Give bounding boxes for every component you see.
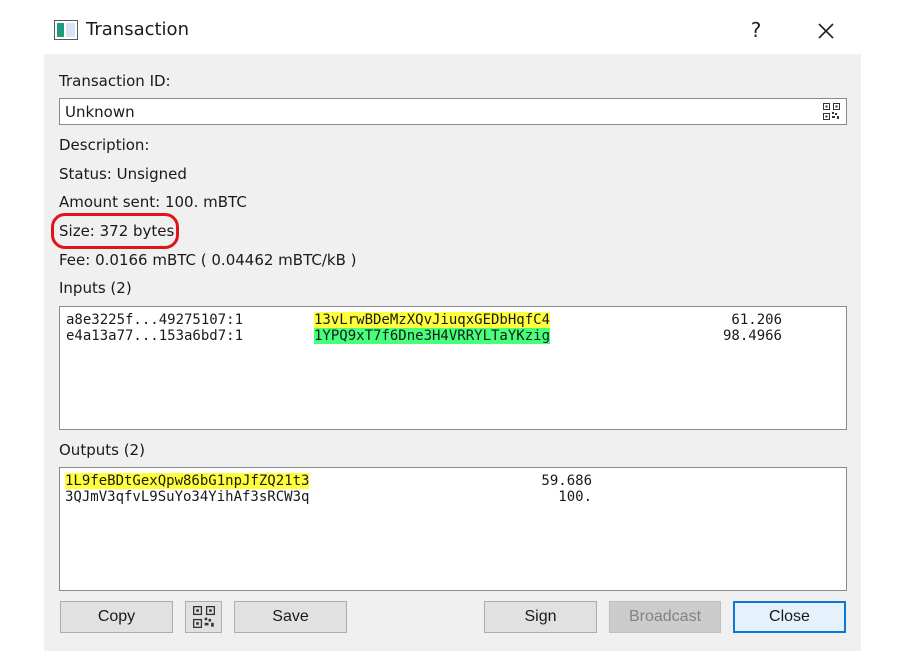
title-bar: Transaction ? [0,0,900,54]
output-amount: 59.686 [541,473,592,489]
transaction-id-label: Transaction ID: [59,72,171,90]
broadcast-button[interactable]: Broadcast [609,601,721,633]
transaction-id-value: Unknown [65,103,135,121]
window-title: Transaction [86,19,189,40]
amount-sent-text: Amount sent: 100. mBTC [59,193,247,211]
input-row[interactable]: e4a13a77...153a6bd7:1 [66,328,243,344]
input-outpoint: e4a13a77...153a6bd7:1 [66,328,244,344]
sign-button[interactable]: Sign [484,601,597,633]
input-address: 13vLrwBDeMzXQvJiuqxGEDbHqfC4 [314,312,551,328]
close-icon[interactable] [812,18,840,44]
outputs-list[interactable]: 1L9feBDtGexQpw86bG1npJfZQ21t3 59.686 3QJ… [59,467,847,591]
transaction-id-field[interactable]: Unknown [59,98,847,125]
qr-code-icon [193,606,215,628]
help-button[interactable]: ? [744,16,768,44]
input-outpoint: a8e3225f...49275107:1 [66,312,244,328]
output-address[interactable]: 3QJmV3qfvL9SuYo34YihAf3sRCW3q [65,489,309,505]
inputs-label: Inputs (2) [59,279,132,297]
status-text: Status: Unsigned [59,165,187,183]
copy-button[interactable]: Copy [60,601,173,633]
size-annotation-ring [51,213,179,249]
input-amount: 61.206 [731,312,782,328]
description-label: Description: [59,136,150,154]
outputs-label: Outputs (2) [59,441,145,459]
qr-code-button[interactable] [185,601,222,633]
close-button[interactable]: Close [733,601,846,633]
input-address: 1YPQ9xT7f6Dne3H4VRRYLTaYKzig [314,328,551,344]
input-amount: 98.4966 [722,328,782,344]
qr-code-icon[interactable] [823,103,840,120]
inputs-list[interactable]: a8e3225f...49275107:1 13vLrwBDeMzXQvJiuq… [59,306,847,430]
fee-text: Fee: 0.0166 mBTC ( 0.04462 mBTC/kB ) [59,251,357,269]
output-address[interactable]: 1L9feBDtGexQpw86bG1npJfZQ21t3 [65,473,310,489]
output-amount: 100. [558,489,592,505]
input-row[interactable]: a8e3225f...49275107:1 [66,312,243,328]
save-button[interactable]: Save [234,601,347,633]
transaction-window-icon [54,20,78,40]
